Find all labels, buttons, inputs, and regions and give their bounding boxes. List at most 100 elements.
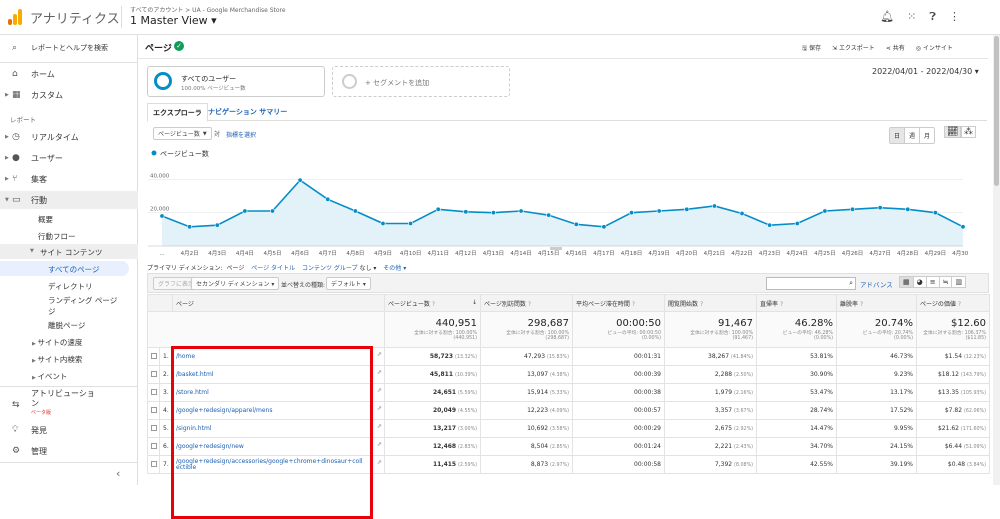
sidebar-search[interactable]: ⌕ レポートとヘルプを検索	[0, 39, 138, 57]
column-header-entrances[interactable]: 閲覧開始数 ?	[664, 294, 757, 312]
row-checkbox[interactable]	[151, 406, 157, 413]
column-header-bounce-rate[interactable]: 直帰率 ?	[756, 294, 837, 312]
data-point[interactable]	[518, 208, 524, 214]
data-point[interactable]	[822, 208, 828, 214]
help-icon[interactable]: ?	[860, 301, 863, 308]
help-icon[interactable]: ?	[528, 301, 531, 308]
search-icon[interactable]: ⌕	[849, 279, 853, 288]
sidebar-item-events[interactable]: ▶ イベント	[32, 371, 67, 382]
open-link-icon[interactable]: ⇗	[377, 460, 382, 466]
dimension-page-title[interactable]: ページ タイトル	[251, 265, 295, 272]
secondary-dimension-dropdown[interactable]: セカンダリ ディメンション ▾	[191, 277, 280, 290]
help-icon[interactable]: ?	[700, 301, 703, 308]
data-point[interactable]	[850, 206, 856, 212]
row-checkbox[interactable]	[151, 370, 157, 377]
data-point[interactable]	[546, 212, 552, 218]
scrollbar-thumb[interactable]	[994, 36, 999, 186]
pie-chart-icon[interactable]: ◕	[912, 277, 926, 287]
advanced-filter-link[interactable]: アドバンス	[860, 279, 893, 289]
line-chart-icon[interactable]: 📈︎	[944, 126, 962, 138]
sort-type-dropdown[interactable]: デフォルト ▾	[326, 277, 371, 290]
sidebar-item-site-search[interactable]: ▶ サイト内検索	[32, 354, 82, 365]
column-header-exit-rate[interactable]: 離脱率 ?	[836, 294, 917, 312]
help-icon[interactable]: ?	[432, 301, 435, 308]
data-point[interactable]	[325, 196, 331, 202]
motion-chart-icon[interactable]: ⁂	[961, 126, 976, 138]
page-link[interactable]: /google+redesign/new	[176, 443, 244, 450]
sidebar-item-acquisition[interactable]: ▶ ⑂ 集客	[0, 170, 138, 188]
sidebar-item-admin[interactable]: ⚙ 管理	[0, 442, 138, 460]
save-button[interactable]: 🖫︎ 保存	[802, 43, 821, 54]
open-link-icon[interactable]: ⇗	[377, 406, 382, 412]
data-point[interactable]	[767, 222, 773, 228]
add-segment-button[interactable]: + セグメントを追加	[332, 66, 510, 97]
row-checkbox[interactable]	[151, 442, 157, 449]
help-icon[interactable]: ?	[958, 301, 961, 308]
bell-icon[interactable]: 🔔︎	[880, 10, 894, 24]
row-checkbox[interactable]	[151, 352, 157, 359]
data-point[interactable]	[380, 221, 386, 227]
data-point[interactable]	[214, 222, 220, 228]
data-point[interactable]	[905, 206, 911, 212]
export-button[interactable]: ⇲ エクスポート	[832, 43, 875, 54]
open-link-icon[interactable]: ⇗	[377, 352, 382, 358]
analytics-logo[interactable]	[8, 9, 22, 25]
row-checkbox[interactable]	[151, 424, 157, 431]
page-link-wrap[interactable]: ectible	[176, 464, 196, 471]
segment-all-users[interactable]: すべてのユーザー 100.00% ページビュー数	[147, 66, 325, 97]
more-vert-icon[interactable]: ⋮	[949, 10, 960, 24]
open-link-icon[interactable]: ⇗	[377, 388, 382, 394]
content-group-value[interactable]: なし ▾	[359, 265, 376, 272]
sidebar-item-landing[interactable]: ランディング ページ	[48, 295, 117, 306]
data-point[interactable]	[601, 224, 607, 230]
sidebar-item-attribution[interactable]: アトリビューショ	[31, 388, 95, 399]
data-point[interactable]	[352, 208, 358, 214]
page-link[interactable]: /basket.html	[176, 371, 214, 378]
data-point[interactable]	[297, 177, 303, 183]
table-search-input[interactable]: ⌕	[766, 277, 856, 290]
page-link[interactable]: /google+redesign/accessories/google+chro…	[176, 458, 363, 465]
column-header-page-value[interactable]: ページの価値 ?	[916, 294, 990, 312]
dimension-other[interactable]: その他 ▾	[383, 265, 406, 272]
data-point[interactable]	[656, 208, 662, 214]
select-metric-link[interactable]: 指標を選択	[226, 130, 256, 139]
collapse-sidebar-icon[interactable]: ‹	[116, 467, 120, 480]
tab-explorer[interactable]: エクスプローラ	[147, 103, 208, 122]
share-button[interactable]: ⋖ 共有	[886, 43, 905, 54]
data-point[interactable]	[187, 224, 193, 230]
data-point[interactable]	[684, 206, 690, 212]
data-point[interactable]	[739, 210, 745, 216]
sidebar-item-overview[interactable]: 概要	[38, 214, 53, 225]
date-range-picker[interactable]: 2022/04/01 - 2022/04/30 ▾	[872, 67, 979, 76]
data-point[interactable]	[629, 210, 635, 216]
bar-chart-icon[interactable]: ≡	[925, 277, 939, 287]
sidebar-item-audience[interactable]: ▶ ● ユーザー	[0, 149, 138, 167]
open-link-icon[interactable]: ⇗	[377, 442, 382, 448]
data-point[interactable]	[573, 221, 579, 227]
page-link[interactable]: /signin.html	[176, 425, 211, 432]
column-header-page[interactable]: ページ	[172, 294, 385, 312]
data-point[interactable]	[932, 210, 938, 216]
data-point[interactable]	[794, 221, 800, 227]
data-point[interactable]	[435, 206, 441, 212]
data-point[interactable]	[159, 213, 165, 219]
data-point[interactable]	[408, 221, 414, 227]
pivot-icon[interactable]: ▥	[951, 277, 965, 287]
sidebar-item-custom[interactable]: ▶ ▦ カスタム	[0, 86, 138, 104]
row-checkbox[interactable]	[151, 388, 157, 395]
open-link-icon[interactable]: ⇗	[377, 370, 382, 376]
month-button[interactable]: 月	[919, 128, 934, 143]
column-header-avg-time[interactable]: 平均ページ滞在時間 ?	[572, 294, 665, 312]
help-icon[interactable]: ?	[632, 301, 635, 308]
sidebar-item-directory[interactable]: ディレクトリ	[48, 281, 92, 292]
data-point[interactable]	[463, 209, 469, 215]
sidebar-item-discover[interactable]: 💡︎ 発見	[0, 421, 138, 439]
data-table-icon[interactable]: ▦	[900, 277, 913, 287]
data-point[interactable]	[877, 205, 883, 211]
column-header-unique-pageviews[interactable]: ページ別訪問数 ?	[480, 294, 573, 312]
sidebar-item-realtime[interactable]: ▶ ◷ リアルタイム	[0, 128, 138, 146]
sidebar-item-behavior[interactable]: ▼ ▭ 行動	[0, 191, 138, 209]
dimension-content-group[interactable]: コンテンツ グループ	[302, 265, 358, 272]
data-point[interactable]	[490, 210, 496, 216]
sidebar-item-speed[interactable]: ▶ サイトの速度	[32, 337, 82, 348]
